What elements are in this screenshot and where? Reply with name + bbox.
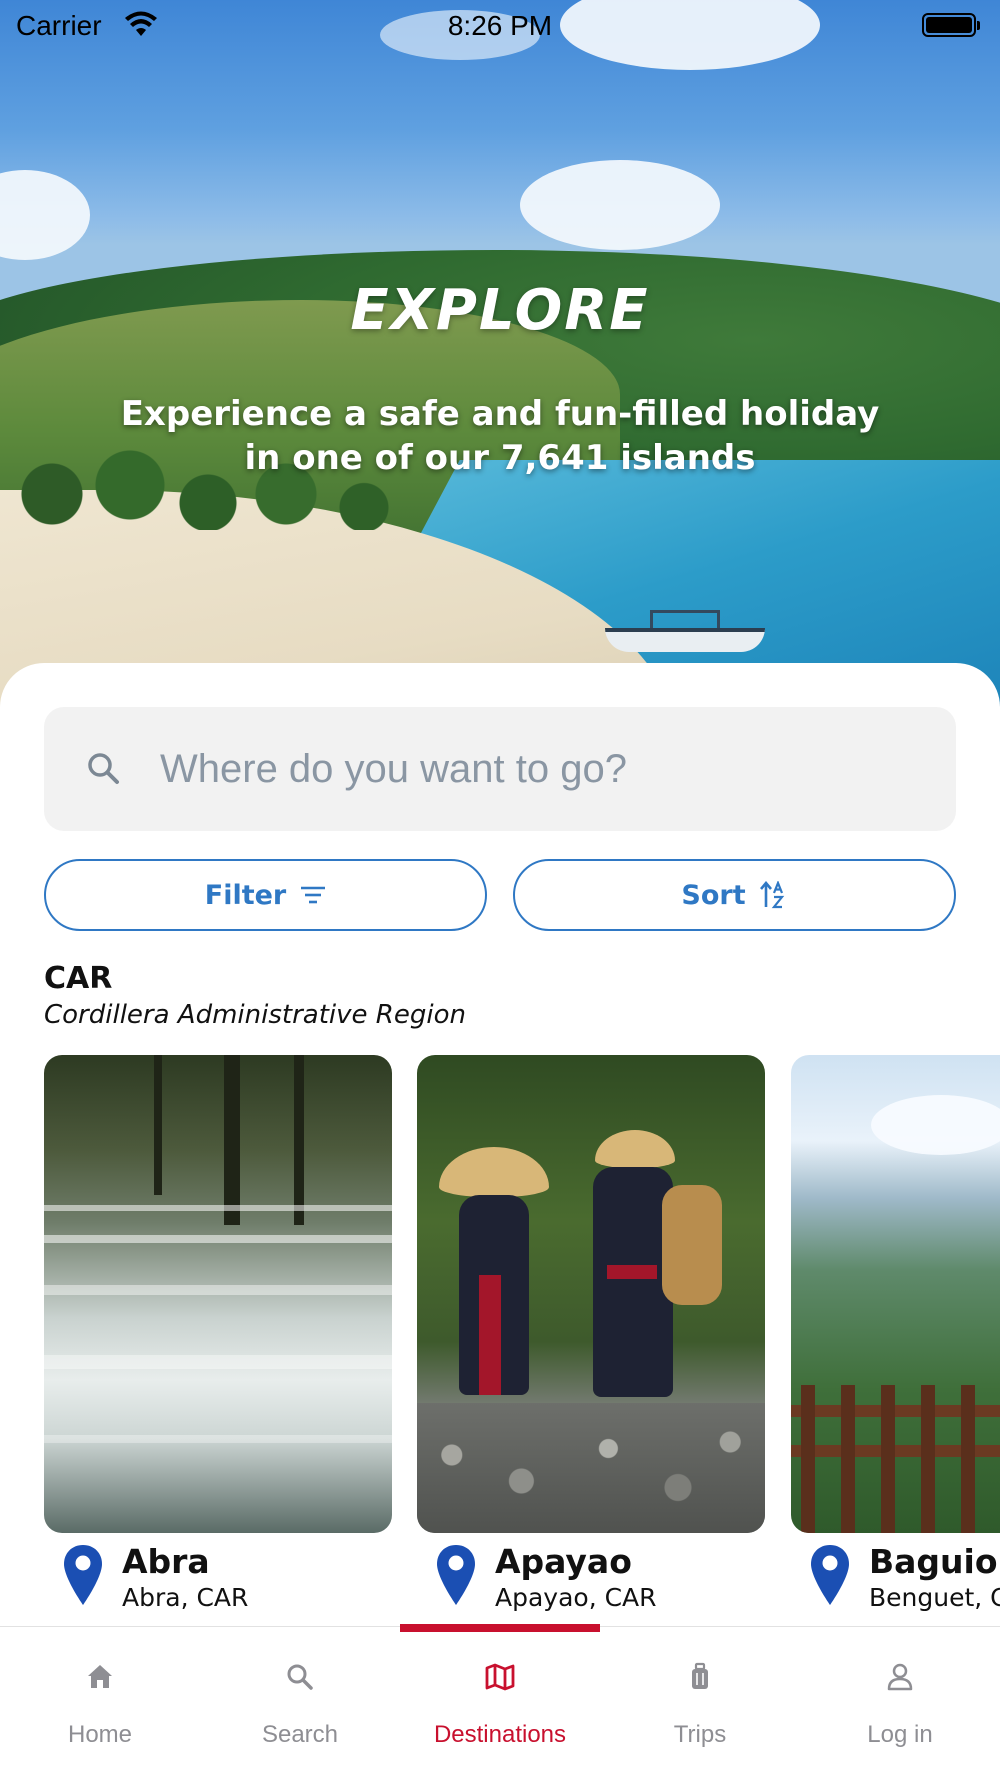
destination-image [417, 1055, 765, 1533]
destination-subtitle: Abra, CAR [122, 1583, 249, 1612]
tab-label: Home [67, 1721, 133, 1748]
destination-image [44, 1055, 392, 1533]
cloud [0, 170, 90, 260]
tab-label: Log in [867, 1721, 933, 1748]
destination-image [791, 1055, 1000, 1533]
home-icon [88, 1665, 112, 1688]
region-code: CAR [44, 961, 113, 996]
tab-label: Search [261, 1721, 339, 1748]
location-pin-icon [437, 1545, 475, 1605]
tab-trips[interactable]: Trips [600, 1627, 800, 1778]
hero-banner: EXPLORE Experience a safe and fun-filled… [0, 0, 1000, 720]
sort-az-icon [759, 881, 784, 909]
boat [650, 610, 720, 630]
location-pin-icon [811, 1545, 849, 1605]
region-name: Cordillera Administrative Region [44, 1000, 466, 1030]
filter-lines-icon [301, 886, 326, 904]
sort-button[interactable]: Sort [513, 859, 956, 931]
destination-subtitle: Apayao, CAR [495, 1583, 657, 1612]
destination-subtitle: Benguet, CAR [869, 1583, 1000, 1612]
tab-label: Destinations [433, 1721, 567, 1748]
search-icon [287, 1664, 313, 1690]
destination-card-baguio[interactable]: Baguio Benguet, CAR [791, 1055, 1000, 1615]
hero-subtitle: Experience a safe and fun-filled holiday… [120, 394, 880, 478]
filter-button[interactable]: Filter [44, 859, 487, 931]
destination-card-apayao[interactable]: Apayao Apayao, CAR [417, 1055, 765, 1615]
boat [605, 628, 765, 652]
destination-title: Apayao [495, 1542, 632, 1581]
destination-title: Baguio [869, 1542, 998, 1581]
user-icon [887, 1663, 913, 1691]
filter-button-label: Filter [204, 879, 287, 911]
battery-level [926, 17, 972, 33]
tab-destinations[interactable]: Destinations [400, 1627, 600, 1778]
cloud [520, 160, 720, 250]
destination-card-abra[interactable]: Abra Abra, CAR [44, 1055, 392, 1615]
sort-button-label: Sort [681, 879, 746, 911]
location-pin-icon [64, 1545, 102, 1605]
hero-title: EXPLORE [350, 278, 650, 343]
destination-carousel[interactable]: Abra Abra, CAR Apayao Apayao, CAR Baguio… [0, 1055, 1000, 1615]
tab-login[interactable]: Log in [800, 1627, 1000, 1778]
luggage-icon [692, 1662, 708, 1689]
destination-title: Abra [122, 1542, 210, 1581]
tab-home[interactable]: Home [0, 1627, 200, 1778]
tab-bar: Home Search Destinations Trips Log in [0, 1624, 1000, 1778]
search-input[interactable] [160, 733, 920, 805]
map-icon [485, 1663, 515, 1691]
battery-icon [922, 13, 980, 37]
status-bar: Carrier 8:26 PM [0, 0, 1000, 52]
search-icon [88, 753, 119, 784]
tab-search[interactable]: Search [200, 1627, 400, 1778]
content-sheet: Filter Sort CAR Cordillera Administrativ… [0, 663, 1000, 1778]
tab-label: Trips [673, 1721, 727, 1748]
search-bar[interactable] [44, 707, 956, 831]
status-time: 8:26 PM [447, 10, 553, 41]
